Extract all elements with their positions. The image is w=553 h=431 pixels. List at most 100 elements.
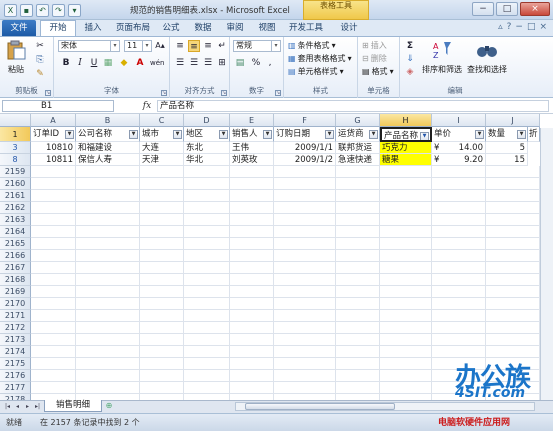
clipboard-launcher-icon[interactable]: ↘ [45, 90, 51, 96]
empty-cell[interactable] [76, 334, 140, 346]
empty-cell[interactable] [184, 214, 230, 226]
underline-icon[interactable]: U [88, 57, 100, 69]
empty-cell[interactable] [432, 166, 486, 178]
empty-cell[interactable] [140, 250, 184, 262]
empty-cell[interactable] [380, 190, 432, 202]
bold-icon[interactable]: B [60, 57, 72, 69]
table-cell[interactable]: 保信人寿 [76, 154, 140, 166]
empty-cell[interactable] [336, 202, 380, 214]
empty-cell[interactable] [274, 334, 336, 346]
header-cell-overflow[interactable]: 折 [528, 127, 540, 142]
empty-cell[interactable] [31, 346, 76, 358]
row-header[interactable]: 2167 [0, 262, 31, 274]
empty-cell[interactable] [76, 262, 140, 274]
table-cell[interactable]: 2009/1/1 [274, 142, 336, 154]
empty-cell[interactable] [230, 358, 274, 370]
empty-cell[interactable] [432, 226, 486, 238]
empty-cell[interactable] [380, 298, 432, 310]
filter-dropdown-icon[interactable]: ▼ [263, 130, 272, 139]
filter-dropdown-icon[interactable]: ▼ [129, 130, 138, 139]
table-cell[interactable]: 刘英玫 [230, 154, 274, 166]
copy-icon[interactable]: ⎘ [34, 54, 46, 66]
empty-cell[interactable] [184, 190, 230, 202]
empty-cell[interactable] [380, 214, 432, 226]
empty-cell[interactable] [140, 274, 184, 286]
save-icon[interactable]: ▪ [20, 3, 33, 17]
column-header-c[interactable]: C [140, 114, 184, 127]
empty-cell[interactable] [184, 166, 230, 178]
header-cell-company[interactable]: 公司名称 ▼ [76, 127, 140, 142]
empty-cell[interactable] [76, 250, 140, 262]
empty-cell[interactable] [432, 274, 486, 286]
table-cell[interactable]: 5 [486, 142, 528, 154]
empty-cell[interactable] [140, 298, 184, 310]
align-left-icon[interactable]: ☰ [174, 57, 186, 69]
font-color-icon[interactable]: A [134, 57, 146, 69]
empty-cell[interactable] [140, 202, 184, 214]
empty-cell[interactable] [184, 238, 230, 250]
row-header[interactable]: 2171 [0, 310, 31, 322]
filter-dropdown-icon[interactable]: ▼ [517, 130, 526, 139]
empty-cell[interactable] [31, 178, 76, 190]
empty-cell[interactable] [230, 334, 274, 346]
tab-file[interactable]: 文件 [2, 20, 36, 36]
cell-styles-button[interactable]: ▤ 单元格样式 ▾ [288, 66, 344, 77]
empty-cell[interactable] [31, 298, 76, 310]
empty-cell[interactable] [486, 250, 540, 262]
phonetic-icon[interactable]: wén [150, 57, 164, 69]
empty-cell[interactable] [432, 286, 486, 298]
empty-cell[interactable] [31, 382, 76, 394]
empty-cell[interactable] [432, 202, 486, 214]
empty-cell[interactable] [486, 178, 540, 190]
empty-cell[interactable] [274, 322, 336, 334]
empty-cell[interactable] [336, 262, 380, 274]
format-cells-button[interactable]: ▤ 格式 ▾ [362, 66, 394, 77]
number-format-combo[interactable]: 常规 ▾ [233, 40, 281, 52]
empty-cell[interactable] [184, 262, 230, 274]
table-cell[interactable]: 糖果 [380, 154, 432, 166]
row-header[interactable]: 2173 [0, 334, 31, 346]
empty-cell[interactable] [230, 298, 274, 310]
cut-icon[interactable]: ✂ [34, 40, 46, 52]
column-header-g[interactable]: G [336, 114, 380, 127]
empty-cell[interactable] [184, 358, 230, 370]
select-all-corner[interactable] [0, 114, 31, 127]
sort-filter-button[interactable]: AZ 排序和筛选 [420, 40, 464, 75]
insert-sheet-icon[interactable]: ⊕ [102, 401, 116, 411]
tab-review[interactable]: 审阅 [222, 21, 248, 36]
fill-color-icon[interactable]: ◆ [118, 57, 130, 69]
empty-cell[interactable] [336, 250, 380, 262]
empty-cell[interactable] [274, 298, 336, 310]
empty-cell[interactable] [230, 190, 274, 202]
empty-cell[interactable] [230, 166, 274, 178]
align-center-icon[interactable]: ☰ [188, 57, 200, 69]
row-header[interactable]: 2165 [0, 238, 31, 250]
empty-cell[interactable] [140, 226, 184, 238]
empty-cell[interactable] [336, 346, 380, 358]
empty-cell[interactable] [140, 190, 184, 202]
empty-cell[interactable] [380, 250, 432, 262]
filter-dropdown-icon[interactable]: ▼ [173, 130, 182, 139]
empty-cell[interactable] [31, 310, 76, 322]
doc-restore-icon[interactable]: □ [527, 22, 536, 32]
empty-cell[interactable] [336, 310, 380, 322]
empty-cell[interactable] [230, 274, 274, 286]
empty-cell[interactable] [31, 286, 76, 298]
empty-cell[interactable] [76, 286, 140, 298]
empty-cell[interactable] [380, 310, 432, 322]
empty-cell[interactable] [31, 370, 76, 382]
empty-cell[interactable] [76, 274, 140, 286]
paste-button[interactable]: 粘贴 [4, 40, 28, 75]
empty-cell[interactable] [76, 166, 140, 178]
table-cell[interactable]: 天津 [140, 154, 184, 166]
empty-cell[interactable] [380, 238, 432, 250]
empty-cell[interactable] [380, 322, 432, 334]
empty-cell[interactable] [230, 178, 274, 190]
formula-input[interactable]: 产品名称 [157, 100, 549, 112]
empty-cell[interactable] [380, 358, 432, 370]
empty-cell[interactable] [31, 190, 76, 202]
table-cell[interactable]: 15 [486, 154, 528, 166]
column-header-i[interactable]: I [432, 114, 486, 127]
empty-cell[interactable] [274, 358, 336, 370]
first-sheet-icon[interactable]: |◂ [3, 402, 12, 411]
